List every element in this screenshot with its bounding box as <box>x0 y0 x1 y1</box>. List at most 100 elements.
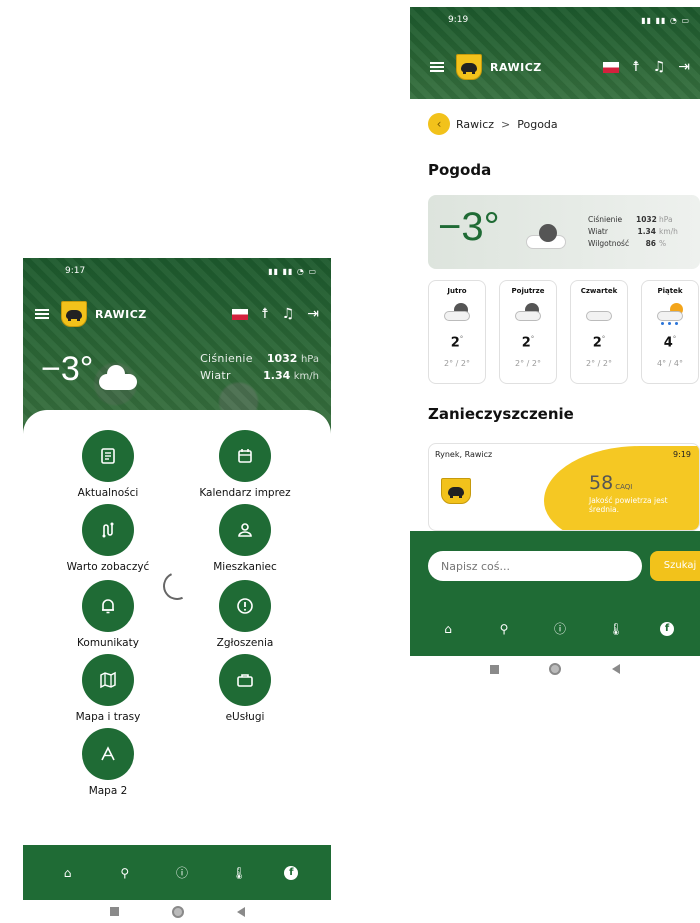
tile-aktualnosci[interactable]: Aktualności <box>43 430 173 499</box>
tile-zgloszenia[interactable]: Zgłoszenia <box>180 580 310 649</box>
search-button[interactable]: Szukaj <box>650 551 700 581</box>
stat-label: Ciśnienie <box>200 352 253 365</box>
login-icon[interactable]: ⇥ <box>307 307 319 321</box>
forecast-day: Piątek <box>657 287 683 295</box>
menu-sheet: Aktualności Kalendarz imprez Warto zobac… <box>23 410 331 840</box>
person-icon <box>219 504 271 556</box>
tile-label: Mapa i trasy <box>75 711 141 723</box>
forecast-day: Czwartek <box>580 287 618 295</box>
breadcrumb-separator: > <box>501 117 511 131</box>
system-nav-bar <box>23 900 331 923</box>
tile-label: Warto zobaczyć <box>66 561 150 573</box>
chat-input[interactable] <box>428 551 642 581</box>
menu-icon[interactable] <box>430 62 444 72</box>
bell-icon <box>82 580 134 632</box>
tile-komunikaty[interactable]: Komunikaty <box>43 580 173 649</box>
stat-unit: hPa <box>659 215 673 224</box>
status-icons: ▮▮ ▮▮ ◔ ▭ <box>641 15 690 25</box>
current-weather-card: −3° Ciśnienie 1032 hPa Wiatr 1.34 km/h Wilgo… <box>428 195 700 269</box>
back-chevron-icon[interactable]: ‹ <box>428 113 450 135</box>
tile-mieszkaniec[interactable]: Mieszkaniec <box>180 504 310 573</box>
polish-flag-icon[interactable] <box>603 61 620 73</box>
aqi-value: 58 <box>589 472 614 494</box>
route-icon <box>82 504 134 556</box>
cloud-icon <box>584 303 614 325</box>
screenshot-stage: 9:17 ▮▮ ▮▮ ◔ ▭ RAWICZ ☨ ♫ ⇥ −3° Ciśnieni… <box>0 0 700 923</box>
recent-apps-icon[interactable] <box>109 907 119 916</box>
thermometer-icon[interactable]: 🌡︎ <box>604 622 628 636</box>
bottom-nav: ⌂ ⚲ ⓘ 🌡︎ f <box>23 845 331 900</box>
polish-flag-icon[interactable] <box>232 308 249 320</box>
back-button-icon[interactable] <box>611 664 620 674</box>
forecast-card[interactable]: Jutro 2° 2° / 2° <box>428 280 486 384</box>
right-phone-screen: 9:19 ▮▮ ▮▮ ◔ ▭ RAWICZ ☨ ♫ ⇥ ‹ Rawicz > P… <box>410 7 700 692</box>
tile-label: Mapa 2 <box>88 785 128 797</box>
dark-cloud-icon <box>513 303 543 325</box>
system-nav-bar <box>410 656 700 682</box>
tile-mapa-i-trasy[interactable]: Mapa i trasy <box>43 654 173 723</box>
thermometer-icon[interactable]: 🌡︎ <box>227 866 251 880</box>
facebook-icon[interactable]: f <box>284 865 299 880</box>
current-temperature: −3° <box>41 350 94 388</box>
weather-stats: Ciśnienie 1032 hPa Wiatr 1.34 km/h Wilgotnoś… <box>588 215 678 251</box>
info-icon[interactable]: ⓘ <box>170 864 194 881</box>
forecast-minmax: 2° / 2° <box>444 359 470 369</box>
tile-warto-zobaczyc[interactable]: Warto zobaczyć <box>43 504 173 573</box>
stat-unit: hPa <box>300 354 319 365</box>
city-name: RAWICZ <box>490 60 542 74</box>
page-title: Pogoda <box>428 161 492 179</box>
tile-label: eUsługi <box>225 711 265 723</box>
accessibility-icon[interactable]: ☨ <box>632 60 640 74</box>
tile-mapa-2[interactable]: Mapa 2 <box>43 728 173 797</box>
info-icon[interactable]: ⓘ <box>548 620 572 637</box>
home-button-icon[interactable] <box>549 663 562 675</box>
air-quality-card[interactable]: Rynek, Rawicz 9:19 58 CAQI Jakość powietr… <box>428 443 700 531</box>
forecast-card[interactable]: Pojutrze 2° 2° / 2° <box>499 280 557 384</box>
bell-icon[interactable]: ♫ <box>653 60 666 74</box>
login-icon[interactable]: ⇥ <box>678 60 690 74</box>
aqi-description: Jakość powietrza jest średnia. <box>589 496 668 515</box>
accessibility-icon[interactable]: ☨ <box>261 307 269 321</box>
aqi-location: Rynek, Rawicz <box>435 450 493 459</box>
forecast-temp: 2 <box>521 335 531 351</box>
search-icon[interactable]: ⚲ <box>113 866 137 880</box>
home-icon[interactable]: ⌂ <box>56 866 80 880</box>
stat-value: 1.34 <box>637 227 656 236</box>
calendar-icon <box>219 430 271 482</box>
stat-unit: km/h <box>659 227 678 236</box>
home-button-icon[interactable] <box>171 905 184 918</box>
forecast-day: Pojutrze <box>511 287 545 295</box>
menu-icon[interactable] <box>35 309 49 319</box>
home-icon[interactable]: ⌂ <box>436 622 460 636</box>
breadcrumb-home[interactable]: Rawicz <box>456 118 494 131</box>
sun-rain-icon <box>655 303 685 325</box>
forecast-card[interactable]: Piątek 4° 4° / 4° <box>641 280 699 384</box>
forecast-day: Jutro <box>447 287 467 295</box>
city-crest-icon <box>441 478 471 504</box>
search-icon[interactable]: ⚲ <box>492 622 516 636</box>
tile-euslugi[interactable]: eUsługi <box>180 654 310 723</box>
breadcrumb-current: Pogoda <box>517 117 558 131</box>
app-topbar: RAWICZ ☨ ♫ ⇥ <box>410 53 700 81</box>
breadcrumb: ‹ Rawicz > Pogoda <box>428 113 558 135</box>
stat-unit: % <box>659 239 667 248</box>
stat-label: Wilgotność <box>588 239 630 248</box>
map-icon <box>82 654 134 706</box>
facebook-icon[interactable]: f <box>660 621 674 636</box>
back-button-icon[interactable] <box>236 906 245 917</box>
stat-value: 1032 <box>636 215 657 224</box>
bell-icon[interactable]: ♫ <box>282 307 295 321</box>
forecast-card[interactable]: Czwartek 2° 2° / 2° <box>570 280 628 384</box>
tile-label: Mieszkaniec <box>213 561 277 573</box>
left-phone-screen: 9:17 ▮▮ ▮▮ ◔ ▭ RAWICZ ☨ ♫ ⇥ −3° Ciśnieni… <box>23 258 331 923</box>
bottom-nav: ⌂ ⚲ ⓘ 🌡︎ f <box>410 601 700 656</box>
recent-apps-icon[interactable] <box>490 664 500 674</box>
forecast-row: Jutro 2° 2° / 2° Pojutrze 2° 2° / 2° Czw… <box>428 280 700 384</box>
forecast-minmax: 2° / 2° <box>515 359 541 369</box>
forecast-minmax: 4° / 4° <box>657 359 683 369</box>
tile-kalendarz-imprez[interactable]: Kalendarz imprez <box>180 430 310 499</box>
city-crest-icon <box>61 301 87 327</box>
stat-unit: km/h <box>293 371 319 382</box>
forecast-temp: 2 <box>450 335 460 351</box>
stat-label: Wiatr <box>588 227 608 236</box>
